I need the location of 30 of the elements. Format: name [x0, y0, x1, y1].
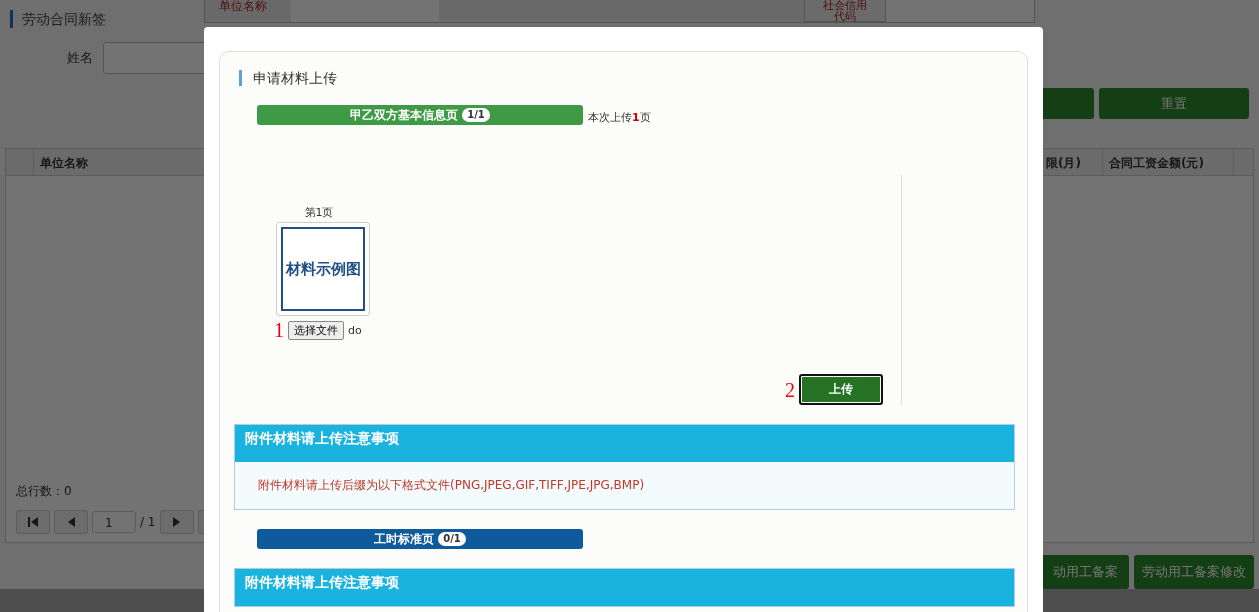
notice-header: 附件材料请上传注意事项: [235, 569, 1014, 606]
upload-button[interactable]: 上传: [799, 374, 883, 405]
next-page-icon: [171, 516, 182, 528]
page-label: 第1页: [304, 205, 334, 220]
page-total: / 1: [140, 515, 156, 529]
previous-page-icon: [66, 516, 76, 528]
category-bar[interactable]: 甲乙双方基本信息页 1/1: [257, 105, 583, 125]
step-number: 2: [785, 379, 795, 400]
next-page-button[interactable]: [159, 510, 194, 534]
example-image: 材料示例图: [276, 222, 370, 316]
previous-page-button[interactable]: [54, 510, 88, 534]
total-rows-text: 总行数：0: [16, 483, 72, 500]
first-page-button[interactable]: [16, 510, 50, 534]
count-badge: 0/1: [438, 532, 466, 546]
search-button[interactable]: [1042, 88, 1094, 119]
page-input-field[interactable]: 1: [92, 511, 136, 533]
name-label: 姓名: [66, 49, 94, 67]
step-number: 1: [274, 320, 284, 340]
notice-text: 附件材料请上传后缀为以下格式文件(PNG,JPEG,GIF,TIFF,JPE,JPG,BMP): [258, 477, 645, 494]
notice-header: 附件材料请上传注意事项: [235, 425, 1014, 462]
column-header: 合同工资金额(元): [1103, 149, 1234, 175]
column-header: 单位名称: [39, 155, 89, 172]
upload-count-text: 本次上传1页: [588, 110, 651, 125]
first-page-icon: [27, 516, 39, 528]
count-badge: 1/1: [462, 108, 490, 122]
name-input-field[interactable]: [103, 42, 206, 74]
section-title: 申请材料上传: [239, 70, 1013, 86]
category-bar[interactable]: 工时标准页 0/1: [257, 529, 583, 549]
choose-file-button[interactable]: 选择文件: [288, 320, 344, 340]
file-name: do: [348, 323, 362, 337]
